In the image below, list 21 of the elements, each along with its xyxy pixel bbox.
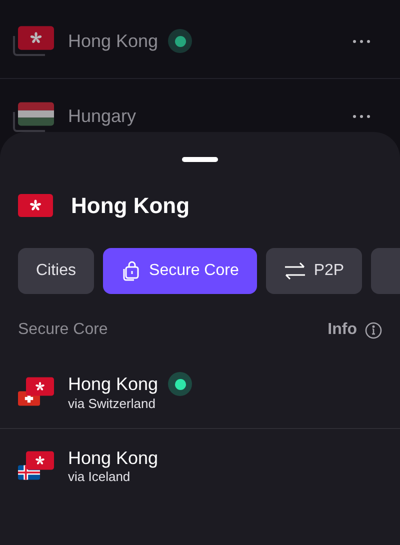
section-title: Secure Core [18,320,108,340]
lock-icon [121,260,142,282]
more-options-icon[interactable] [353,40,370,42]
server-name: Hong Kong [68,446,158,468]
server-name: Hong Kong [68,373,158,395]
tab[interactable]: Secure Core [103,248,257,294]
country-name: Hungary [68,105,136,128]
tab[interactable]: P2P [266,248,362,294]
info-button[interactable]: Info [328,318,382,342]
country-row[interactable]: Hong Kong [0,4,400,79]
info-icon [365,322,382,338]
tab[interactable]: Cities [18,248,94,294]
server-via: via Iceland [68,468,132,484]
server-row[interactable]: Hong Kong via Iceland [0,429,400,502]
swap-icon [284,262,306,280]
sheet-title: Hong Kong [71,192,190,220]
server-via: via Switzerland [68,396,156,412]
drag-handle[interactable] [182,157,218,162]
server-row[interactable]: Hong Kong via Switzerland [0,356,400,429]
country-name: Hong Kong [68,30,158,53]
more-options-icon[interactable] [353,115,370,118]
